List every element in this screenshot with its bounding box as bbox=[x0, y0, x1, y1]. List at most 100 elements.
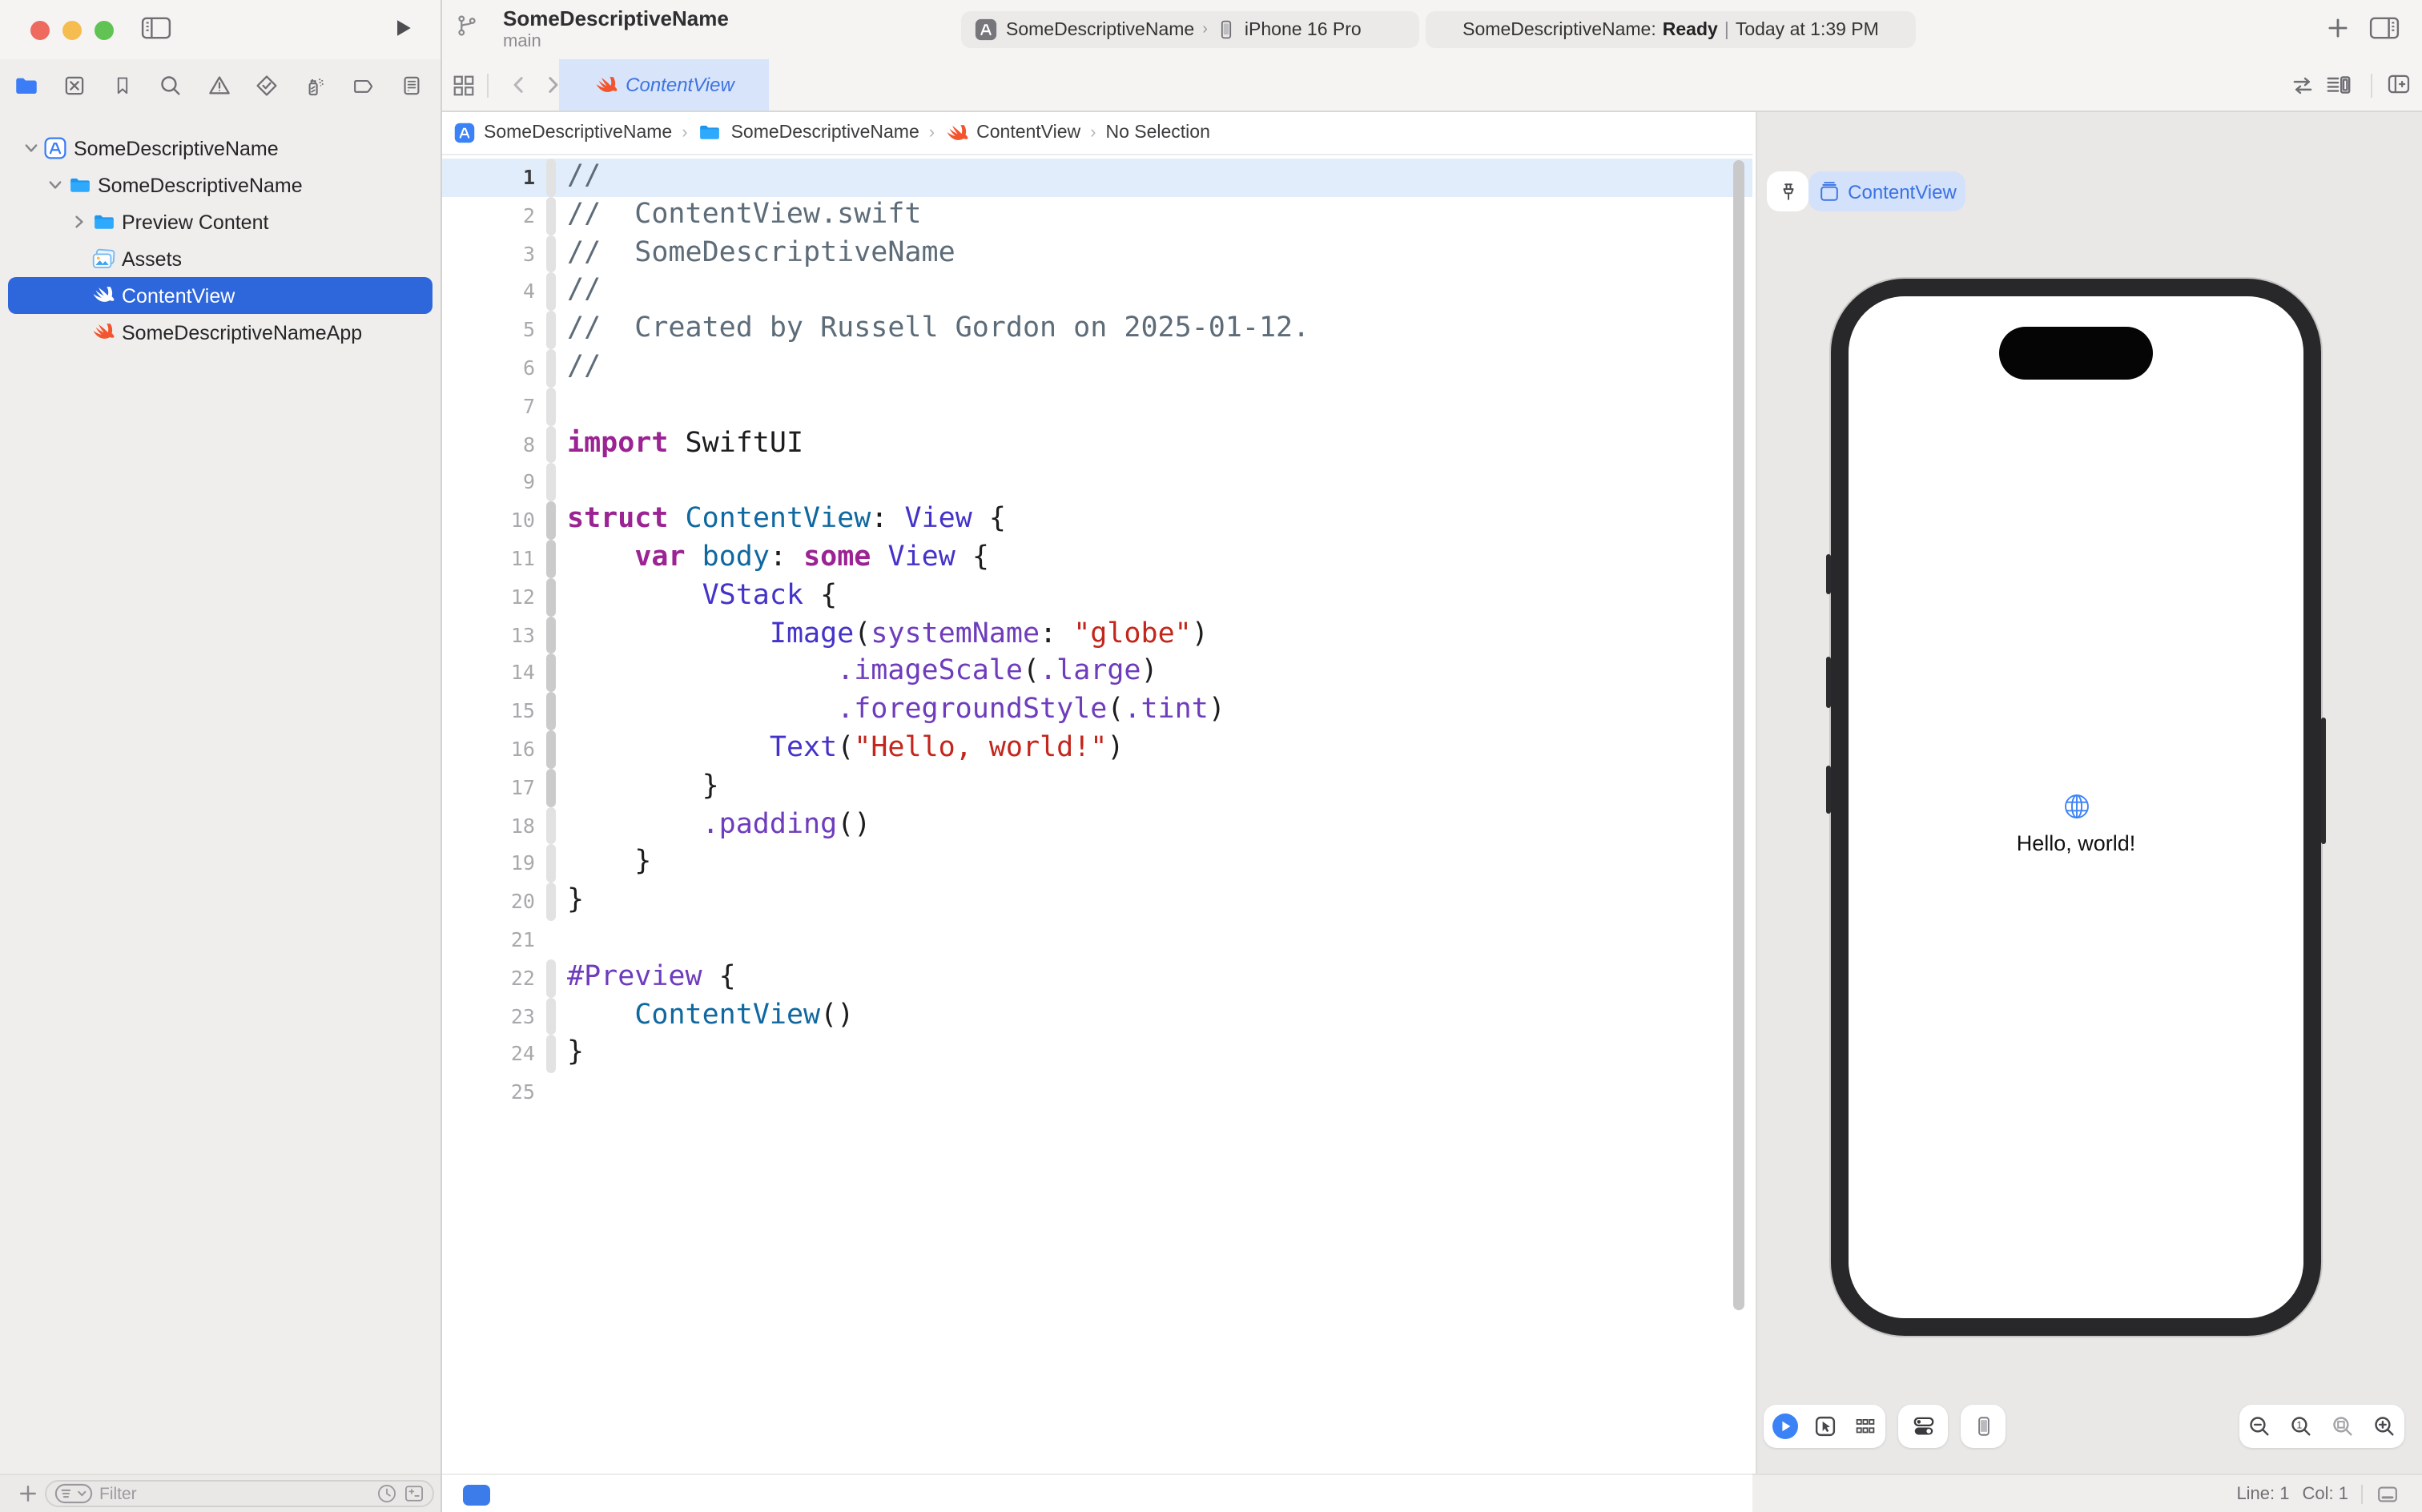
editor-options-icon[interactable] bbox=[2326, 72, 2352, 98]
recents-filter-icon[interactable] bbox=[376, 1483, 397, 1504]
navigator-tab-tests[interactable] bbox=[253, 72, 280, 99]
jump-bar[interactable]: SomeDescriptiveName›SomeDescriptiveName›… bbox=[442, 112, 1752, 155]
pin-preview-button[interactable] bbox=[1767, 171, 1808, 211]
device-settings-button[interactable] bbox=[1898, 1405, 1948, 1448]
sidebar-divider[interactable] bbox=[441, 0, 442, 1512]
line-number: 24 bbox=[442, 1035, 535, 1074]
sidebar-item-somedescriptivename[interactable]: SomeDescriptiveName bbox=[0, 167, 441, 203]
code-line-25[interactable]: 25 bbox=[442, 1073, 1752, 1112]
change-bar bbox=[546, 769, 556, 807]
line-number: 12 bbox=[442, 578, 535, 617]
source-editor[interactable]: 1//2// ContentView.swift3// SomeDescript… bbox=[442, 155, 1752, 1474]
code-review-icon[interactable] bbox=[2291, 74, 2315, 98]
navigator-tab-issues[interactable] bbox=[205, 72, 232, 99]
disclosure-right-icon[interactable] bbox=[67, 213, 91, 231]
code-line-19[interactable]: 19 } bbox=[442, 845, 1752, 883]
sidebar-toggle-icon[interactable] bbox=[141, 16, 171, 40]
code-line-14[interactable]: 14 .imageScale(.large) bbox=[442, 654, 1752, 693]
code-line-21[interactable]: 21 bbox=[442, 921, 1752, 959]
navigator-tab-debug[interactable] bbox=[301, 72, 328, 99]
code-line-5[interactable]: 5// Created by Russell Gordon on 2025-01… bbox=[442, 311, 1752, 349]
zoom-out-icon[interactable] bbox=[2248, 1414, 2272, 1438]
navigator-tab-find[interactable] bbox=[157, 72, 184, 99]
code-line-20[interactable]: 20} bbox=[442, 883, 1752, 921]
line-number: 21 bbox=[442, 921, 535, 959]
code-line-10[interactable]: 10struct ContentView: View { bbox=[442, 501, 1752, 540]
add-editor-icon[interactable] bbox=[2387, 72, 2411, 96]
navigator-tab-reports[interactable] bbox=[397, 72, 424, 99]
zoom-in-icon[interactable] bbox=[2372, 1414, 2396, 1438]
navigator-tab-bookmarks[interactable] bbox=[109, 72, 136, 99]
preview-tab-label: ContentView bbox=[1848, 180, 1957, 203]
preview-screen[interactable]: Hello, world! bbox=[1849, 296, 2303, 1318]
zoom-actual-size-icon[interactable]: 1 bbox=[2289, 1414, 2313, 1438]
editor-scrollbar[interactable] bbox=[1733, 160, 1744, 1310]
code-line-6[interactable]: 6// bbox=[442, 349, 1752, 388]
inspector-toggle-icon[interactable] bbox=[2369, 16, 2400, 40]
run-button[interactable] bbox=[391, 16, 415, 40]
chevron-right-icon: › bbox=[1202, 21, 1208, 38]
zoom-button[interactable] bbox=[95, 21, 114, 40]
tab-label: ContentView bbox=[626, 74, 734, 96]
preview-device-button[interactable] bbox=[1961, 1405, 2006, 1448]
code-text: ContentView() bbox=[567, 997, 854, 1035]
code-line-17[interactable]: 17 } bbox=[442, 769, 1752, 807]
changes-filter-icon[interactable] bbox=[404, 1483, 424, 1504]
change-bar bbox=[546, 616, 556, 654]
jumpbar-item-0[interactable]: SomeDescriptiveName bbox=[453, 122, 672, 144]
scheme-selector[interactable]: SomeDescriptiveName › iPhone 16 Pro bbox=[961, 11, 1419, 48]
minimap-badge[interactable] bbox=[463, 1485, 490, 1506]
sidebar-item-somedescriptivename[interactable]: SomeDescriptiveName bbox=[0, 130, 441, 167]
code-line-13[interactable]: 13 Image(systemName: "globe") bbox=[442, 616, 1752, 654]
code-line-9[interactable]: 9 bbox=[442, 464, 1752, 502]
code-line-15[interactable]: 15 .foregroundStyle(.tint) bbox=[442, 692, 1752, 730]
filter-field[interactable]: Filter bbox=[45, 1480, 434, 1507]
code-line-11[interactable]: 11 var body: some View { bbox=[442, 540, 1752, 578]
close-button[interactable] bbox=[30, 21, 50, 40]
code-line-24[interactable]: 24} bbox=[442, 1035, 1752, 1074]
code-line-7[interactable]: 7 bbox=[442, 388, 1752, 426]
related-items-icon[interactable] bbox=[452, 74, 476, 98]
code-line-2[interactable]: 2// ContentView.swift bbox=[442, 197, 1752, 235]
sidebar-item-preview-content[interactable]: Preview Content bbox=[0, 203, 441, 240]
selectable-mode-button[interactable] bbox=[1814, 1414, 1838, 1438]
code-line-16[interactable]: 16 Text("Hello, world!") bbox=[442, 730, 1752, 769]
disclosure-down-icon[interactable] bbox=[43, 176, 67, 194]
code-line-12[interactable]: 12 VStack { bbox=[442, 578, 1752, 617]
code-text: // bbox=[567, 273, 601, 312]
minimize-button[interactable] bbox=[62, 21, 82, 40]
disclosure-down-icon[interactable] bbox=[19, 139, 43, 157]
line-number: 19 bbox=[442, 845, 535, 883]
code-line-3[interactable]: 3// SomeDescriptiveName bbox=[442, 235, 1752, 273]
navigator-tab-source-control[interactable] bbox=[61, 72, 88, 99]
tab-contentview[interactable]: ContentView bbox=[559, 59, 769, 111]
line-number: 1 bbox=[442, 159, 535, 197]
code-line-4[interactable]: 4// bbox=[442, 273, 1752, 312]
code-line-23[interactable]: 23 ContentView() bbox=[442, 997, 1752, 1035]
navigator-tab-breakpoints[interactable] bbox=[349, 72, 376, 99]
jumpbar-item-3[interactable]: No Selection bbox=[1105, 123, 1209, 143]
code-line-22[interactable]: 22#Preview { bbox=[442, 959, 1752, 997]
code-text: .imageScale(.large) bbox=[567, 654, 1158, 693]
code-line-18[interactable]: 18 .padding() bbox=[442, 806, 1752, 845]
preview-tab-pill[interactable]: ContentView bbox=[1808, 171, 1965, 211]
sidebar-item-assets[interactable]: Assets bbox=[0, 240, 441, 277]
code-area[interactable]: 1//2// ContentView.swift3// SomeDescript… bbox=[442, 155, 1752, 1112]
add-file-button[interactable] bbox=[18, 1483, 38, 1504]
code-line-8[interactable]: 8import SwiftUI bbox=[442, 425, 1752, 464]
sidebar-item-somedescriptivenameapp[interactable]: SomeDescriptiveNameApp bbox=[0, 314, 441, 351]
jumpbar-item-2[interactable]: ContentView bbox=[944, 121, 1080, 145]
jumpbar-item-1[interactable]: SomeDescriptiveName bbox=[698, 122, 919, 144]
add-button[interactable] bbox=[2326, 16, 2350, 40]
live-preview-button[interactable] bbox=[1772, 1413, 1799, 1440]
back-button[interactable] bbox=[508, 74, 530, 96]
keyboard-icon[interactable] bbox=[2376, 1482, 2400, 1505]
sidebar-item-label: SomeDescriptiveName bbox=[98, 174, 303, 196]
code-line-1[interactable]: 1// bbox=[442, 159, 1752, 197]
variants-mode-button[interactable] bbox=[1853, 1416, 1877, 1437]
zoom-fit-icon[interactable] bbox=[2331, 1414, 2355, 1438]
navigator-tab-project[interactable] bbox=[13, 72, 40, 99]
sidebar-item-contentview[interactable]: ContentView bbox=[0, 277, 441, 314]
filter-menu-icon[interactable] bbox=[54, 1483, 93, 1504]
change-bar bbox=[546, 921, 556, 959]
